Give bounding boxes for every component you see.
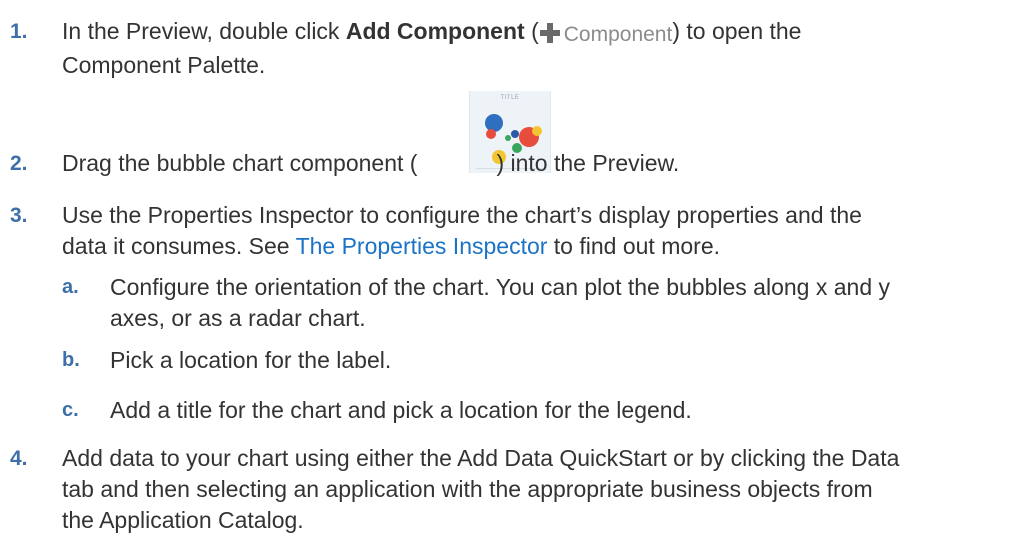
document: 1. In the Preview, double click Add Comp… bbox=[0, 0, 1036, 537]
step-text: Drag the bubble chart component ( ) into … bbox=[62, 148, 1032, 179]
bubble-green-small bbox=[505, 135, 511, 141]
step-text-pre: data it consumes. See bbox=[62, 233, 296, 259]
step-number: 4. bbox=[10, 447, 28, 470]
step-text-pre: Drag the bubble chart component ( bbox=[62, 150, 418, 176]
step-text: Use the Properties Inspector to configur… bbox=[62, 200, 1032, 262]
plus-icon bbox=[539, 23, 560, 43]
substep-text-line2: axes, or as a radar chart. bbox=[110, 305, 366, 331]
substep-letter: b. bbox=[62, 349, 80, 371]
step-text: Add data to your chart using either the … bbox=[62, 443, 1032, 536]
step-text-line2: Component Palette. bbox=[62, 52, 266, 78]
bubble-blue bbox=[485, 114, 503, 132]
step-number: 1. bbox=[10, 20, 28, 43]
bubble-red-small bbox=[486, 129, 496, 139]
step-text-line1: Add data to your chart using either the … bbox=[62, 445, 900, 471]
substep-text: Pick a location for the label. bbox=[110, 345, 1032, 376]
substep-text-line1: Configure the orientation of the chart. … bbox=[110, 274, 891, 300]
step-number: 2. bbox=[10, 152, 28, 175]
step-text-line1: Use the Properties Inspector to configur… bbox=[62, 202, 862, 228]
step-number: 3. bbox=[10, 204, 28, 227]
add-component-label: Add Component bbox=[345, 18, 525, 44]
step-text-line2: tab and then selecting an application wi… bbox=[62, 476, 873, 502]
bubble-yellow-right bbox=[532, 126, 542, 136]
substep-text: Configure the orientation of the chart. … bbox=[110, 272, 1032, 334]
paren-open: ( bbox=[524, 18, 539, 44]
substep-letter: a. bbox=[62, 276, 79, 298]
step-text-post: to find out more. bbox=[547, 233, 720, 259]
component-button-label: Component bbox=[563, 23, 673, 46]
step-text-pre: In the Preview, double click bbox=[62, 18, 346, 44]
substep-text-line1: Pick a location for the label. bbox=[110, 347, 392, 373]
add-component-button-image: Component bbox=[539, 18, 673, 50]
step-text-post: ) into the Preview. bbox=[496, 150, 680, 176]
paren-close: ) to open the bbox=[672, 18, 802, 44]
substep-text-line1: Add a title for the chart and pick a loc… bbox=[110, 397, 692, 423]
substep-letter: c. bbox=[62, 399, 79, 421]
step-text: In the Preview, double click Add Compone… bbox=[62, 16, 1032, 81]
substep-text: Add a title for the chart and pick a loc… bbox=[110, 395, 1032, 426]
step-text-line3: the Application Catalog. bbox=[62, 507, 304, 533]
properties-inspector-link[interactable]: The Properties Inspector bbox=[296, 233, 548, 259]
bubble-navy bbox=[511, 130, 519, 138]
